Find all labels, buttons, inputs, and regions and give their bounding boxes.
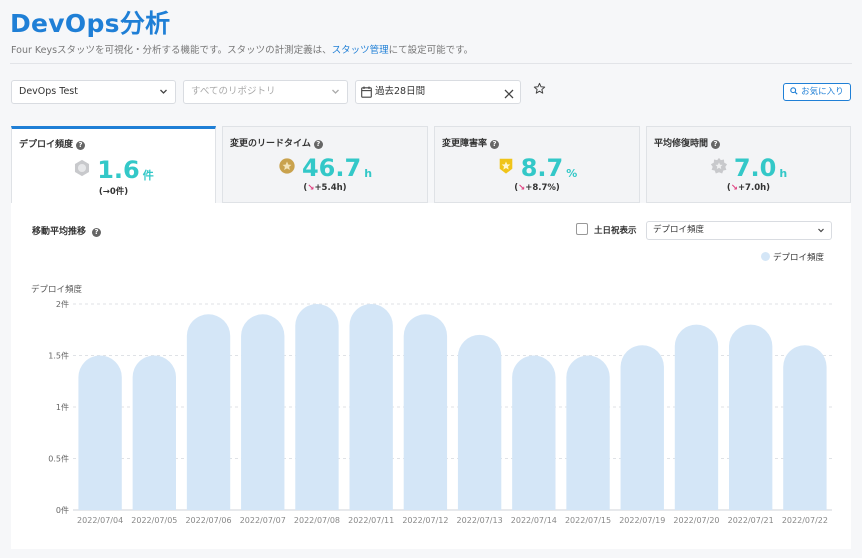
x-tick-label: 2022/07/20: [673, 516, 719, 525]
period-select-value: 過去28日間: [375, 86, 426, 97]
card-delta: (↘+7.0h): [726, 183, 771, 193]
card-label: 変更のリードタイム?: [230, 136, 323, 149]
card-value-row: 46.7 h: [223, 154, 427, 182]
y-axis-label: デプロイ頻度: [31, 284, 83, 295]
chevron-down-icon: [159, 81, 168, 112]
chart-legend[interactable]: デプロイ頻度: [761, 251, 824, 263]
card-unit: 件: [142, 168, 154, 182]
help-icon[interactable]: ?: [92, 228, 102, 237]
x-tick-label: 2022/07/11: [348, 516, 394, 525]
bar: [566, 355, 610, 510]
legend-label: デプロイ頻度: [773, 253, 825, 263]
weekend-checkbox-label: 土日祝表示: [594, 226, 637, 236]
bar: [241, 314, 285, 510]
x-tick-label: 2022/07/07: [240, 516, 286, 525]
x-tick-label: 2022/07/21: [728, 516, 774, 525]
help-icon[interactable]: ?: [490, 140, 500, 149]
help-icon[interactable]: ?: [76, 141, 86, 150]
bar: [783, 345, 827, 510]
card-label: 平均修復時間?: [654, 136, 721, 149]
chevron-down-icon: [331, 81, 340, 112]
y-tick-label: 0件: [56, 505, 69, 515]
card-value: 1.6: [97, 156, 140, 184]
gray-medal-icon: [73, 159, 91, 181]
bar: [295, 304, 339, 510]
x-tick-label: 2022/07/06: [185, 516, 231, 525]
chart-panel: デプロイ頻度 0件 0.5件 1件 1.5件 2件 2022/07/04 2022/07/05…: [11, 203, 851, 549]
subtitle-text-end: にて設定可能です。: [388, 45, 474, 56]
bar-chart: デプロイ頻度 0件 0.5件 1件 1.5件 2件 2022/07/04 2022/07/05…: [31, 284, 832, 525]
help-icon[interactable]: ?: [711, 140, 721, 149]
card-delta: (↘+8.7%): [514, 183, 560, 193]
x-tick-label: 2022/07/08: [294, 516, 340, 525]
bar: [728, 324, 773, 510]
x-tick-label: 2022/07/05: [131, 516, 177, 525]
card-value: 46.7: [301, 154, 362, 182]
card-label: 変更障害率?: [442, 136, 500, 149]
chevron-down-icon: [817, 222, 825, 245]
card-delta: (→0件): [98, 187, 129, 197]
card-value: 8.7: [520, 154, 564, 182]
search-icon: [790, 87, 798, 95]
x-tick-label: 2022/07/04: [77, 516, 123, 525]
card-unit: h: [364, 166, 373, 180]
card-value-row: 1.6 件: [12, 156, 215, 184]
metric-select[interactable]: デプロイ頻度: [646, 221, 832, 240]
period-select[interactable]: 過去28日間: [355, 80, 521, 104]
gray-medal-icon: [710, 157, 728, 179]
help-icon[interactable]: ?: [313, 140, 323, 149]
stats-management-link[interactable]: スタッツ管理: [332, 45, 389, 56]
card-value-row: 8.7%: [435, 154, 639, 182]
card-unit: h: [779, 166, 788, 180]
card-deploy-frequency[interactable]: デプロイ頻度? 1.6 件 (→0件): [11, 126, 216, 206]
page-title: DevOps分析: [10, 9, 171, 38]
page-subtitle: Four Keysスタッツを可視化・分析する機能です。スタッツの計測定義は、スタ…: [11, 42, 473, 56]
x-tick-label: 2022/07/12: [402, 516, 448, 525]
y-tick-label: 2件: [56, 299, 69, 309]
card-value-row: 7.0 h: [647, 154, 850, 182]
card-mean-time-to-restore[interactable]: 平均修復時間? 7.0 h (↘+7.0h): [646, 126, 851, 203]
card-value: 7.0: [733, 154, 777, 182]
bar: [186, 314, 231, 510]
card-unit: %: [566, 166, 578, 180]
bar: [132, 355, 177, 510]
project-select[interactable]: DevOps Test: [11, 80, 176, 104]
favorite-button-label: お気に入り: [801, 87, 844, 97]
metric-select-value: デプロイ頻度: [653, 225, 705, 235]
favorite-button[interactable]: お気に入り: [783, 83, 851, 101]
bar: [349, 304, 393, 510]
clear-period-icon[interactable]: [504, 86, 514, 108]
card-lead-time[interactable]: 変更のリードタイム? 46.7 h (↘+5.4h): [222, 126, 428, 203]
x-tick-label: 2022/07/14: [511, 516, 557, 525]
calendar-icon: [361, 85, 372, 107]
bronze-medal-icon: [278, 157, 296, 179]
card-change-failure-rate[interactable]: 変更障害率? 8.7% (↘+8.7%): [434, 126, 640, 203]
x-tick-label: 2022/07/13: [457, 516, 503, 525]
y-tick-label: 0.5件: [48, 454, 69, 464]
x-tick-label: 2022/07/15: [565, 516, 611, 525]
bar: [512, 355, 556, 510]
y-tick-label: 1.5件: [48, 351, 69, 361]
header-divider: [10, 63, 852, 64]
bar: [78, 355, 122, 510]
project-select-value: DevOps Test: [19, 86, 78, 97]
card-delta: (↘+5.4h): [303, 183, 347, 193]
bar: [620, 345, 664, 510]
weekend-checkbox[interactable]: [576, 223, 588, 235]
subtitle-text: Four Keysスタッツを可視化・分析する機能です。スタッツの計測定義は、: [11, 45, 332, 56]
bar: [403, 314, 448, 510]
repository-select[interactable]: すべてのリポジトリ: [183, 80, 348, 104]
gold-medal-icon: [497, 157, 515, 179]
star-icon[interactable]: [533, 82, 546, 100]
repository-select-placeholder: すべてのリポジトリ: [191, 86, 276, 97]
legend-swatch: [761, 252, 770, 261]
card-label: デプロイ頻度?: [19, 137, 86, 150]
x-tick-label: 2022/07/22: [782, 516, 828, 525]
panel-title: 移動平均推移?: [32, 224, 102, 237]
x-tick-label: 2022/07/19: [619, 516, 665, 525]
y-tick-label: 1件: [56, 402, 69, 412]
bar: [674, 324, 719, 510]
bar: [457, 334, 502, 510]
